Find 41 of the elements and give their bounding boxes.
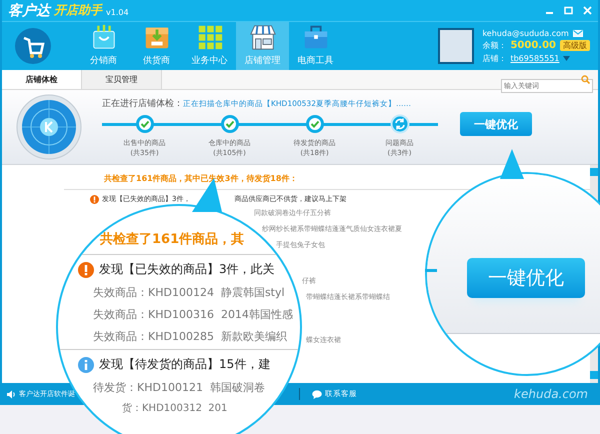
info-icon bbox=[78, 356, 94, 372]
nav-tab[interactable]: 店铺管理 bbox=[236, 22, 289, 70]
tab[interactable]: 宝贝管理 bbox=[82, 70, 162, 89]
cart-logo-icon bbox=[14, 27, 52, 65]
warning-icon bbox=[78, 262, 94, 278]
mail-icon[interactable] bbox=[572, 30, 583, 36]
product-entry: 失效商品：KHD100316 2014韩国性感 bbox=[92, 307, 294, 322]
balance-label: 余额： bbox=[482, 40, 506, 50]
radar-icon bbox=[16, 94, 82, 160]
optimize-button[interactable]: 一键优化 bbox=[467, 258, 585, 298]
photo-placeholder bbox=[438, 28, 474, 64]
search-icon[interactable] bbox=[581, 75, 590, 84]
nav-tab[interactable]: 业务中心 bbox=[183, 22, 236, 70]
warning-icon bbox=[90, 194, 99, 204]
optimize-button[interactable]: 一键优化 bbox=[460, 112, 532, 136]
issue-title: 发现【已失效的商品】3件，此关 bbox=[99, 261, 275, 278]
maximize-icon[interactable] bbox=[564, 6, 573, 15]
nav-tab[interactable]: 电商工具 bbox=[289, 22, 342, 70]
plan-badge: 高级版 bbox=[560, 40, 590, 50]
issue-title: 发现【待发货的商品】15件，建 bbox=[99, 356, 270, 373]
storefront-icon bbox=[248, 23, 278, 51]
caret-icon[interactable] bbox=[563, 56, 570, 60]
nav-tab[interactable]: 供货商 bbox=[130, 22, 183, 70]
nav-tab[interactable]: 分销商 bbox=[77, 22, 130, 70]
lens-marker bbox=[425, 269, 437, 272]
app-brand: 客户达 bbox=[8, 2, 50, 20]
close-icon[interactable] bbox=[583, 6, 592, 15]
product-entry: 货：KHD100312 201 bbox=[121, 402, 228, 415]
app-product: 开店助手 bbox=[54, 2, 102, 19]
account-email: kehuda@sududa.com bbox=[482, 28, 569, 38]
product-entry: 失效商品：KHD100124 静震韩国styl bbox=[92, 285, 286, 300]
product-entry: 待发货：KHD100121 韩国破洞卷 bbox=[92, 380, 266, 395]
balance-value: 5000.00 bbox=[510, 40, 556, 50]
product-entry: 失效商品：KHD100285 新款欧美编织 bbox=[92, 329, 288, 344]
site-name: kehuda.com bbox=[514, 387, 588, 401]
speaker-icon bbox=[6, 390, 16, 398]
shop-link[interactable]: tb69585551 bbox=[510, 54, 560, 62]
chat-bubble-icon[interactable] bbox=[312, 390, 322, 398]
app-version: v1.04 bbox=[106, 8, 129, 17]
shop-label: 店铺： bbox=[482, 52, 506, 64]
tab[interactable]: 店铺体检 bbox=[2, 70, 82, 89]
